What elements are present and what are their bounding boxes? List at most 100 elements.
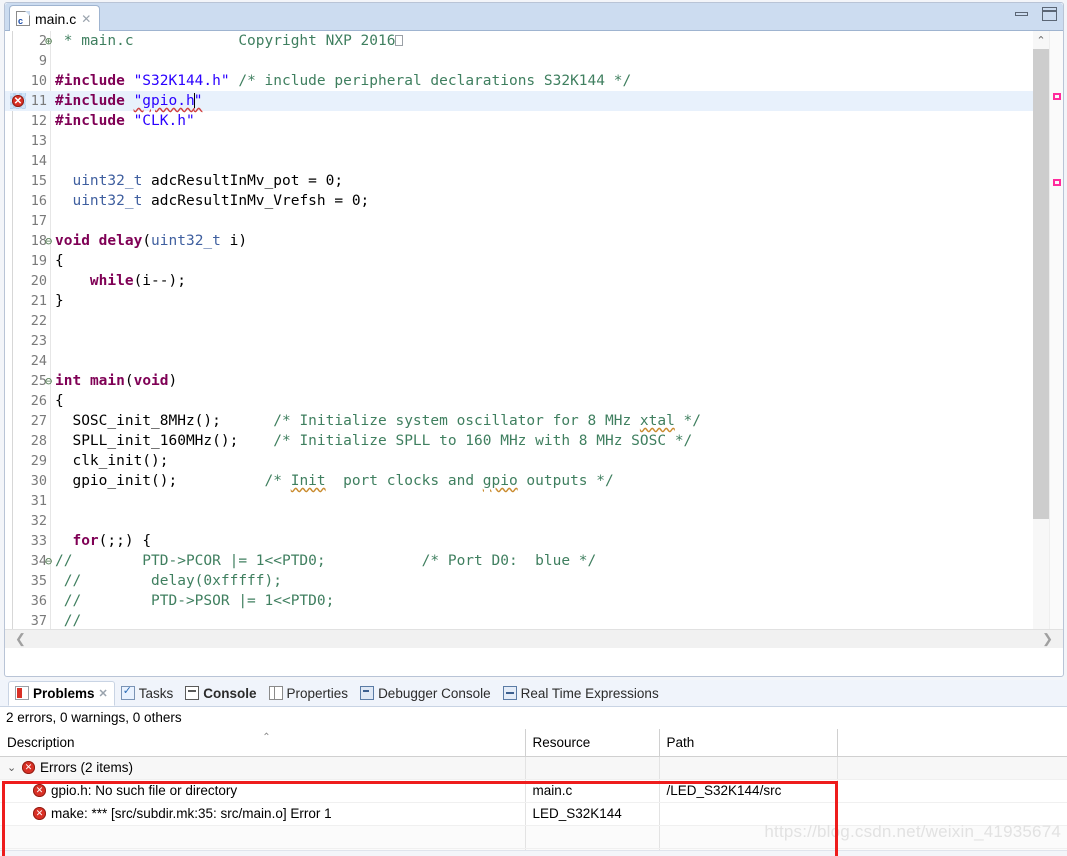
code-token: [55, 533, 72, 549]
code-line[interactable]: 29 clk_init();: [5, 451, 1063, 471]
code-line[interactable]: 14: [5, 151, 1063, 171]
code-line[interactable]: 16 uint32_t adcResultInMv_Vrefsh = 0;: [5, 191, 1063, 211]
table-row[interactable]: ⌄Errors (2 items): [0, 756, 1067, 779]
code-line[interactable]: 20 while(i--);: [5, 271, 1063, 291]
code-line-text: //: [55, 611, 81, 631]
code-token: void: [55, 233, 90, 249]
code-line[interactable]: 31: [5, 491, 1063, 511]
tab-problems[interactable]: Problems✕: [8, 681, 115, 706]
close-icon[interactable]: ✕: [81, 13, 91, 25]
line-number: 37: [5, 611, 51, 631]
code-line[interactable]: 26{: [5, 391, 1063, 411]
code-line[interactable]: 27 SOSC_init_8MHz(); /* Initialize syste…: [5, 411, 1063, 431]
cell-path: [659, 756, 837, 779]
cell-description: ⌄Errors (2 items): [0, 756, 525, 779]
minimize-button[interactable]: [1015, 12, 1028, 16]
column-header-resource[interactable]: Resource: [525, 729, 659, 756]
code-line[interactable]: 9: [5, 51, 1063, 71]
tab-console[interactable]: Console: [179, 681, 262, 706]
column-header-path[interactable]: Path: [659, 729, 837, 756]
tab-tasks[interactable]: Tasks: [115, 681, 180, 706]
editor-horizontal-scrollbar[interactable]: ❮ ❯: [5, 629, 1063, 648]
error-marker-icon[interactable]: ✕: [10, 93, 26, 109]
code-editor-area[interactable]: 2⊕ * main.c Copyright NXP 2016910#includ…: [5, 31, 1063, 648]
code-line[interactable]: 37 //: [5, 611, 1063, 631]
code-token: }: [55, 293, 64, 309]
scroll-left-icon[interactable]: ❮: [15, 631, 26, 647]
code-line[interactable]: 34⊖// PTD->PCOR |= 1<<PTD0; /* Port D0: …: [5, 551, 1063, 571]
code-line[interactable]: 18⊖void delay(uint32_t i): [5, 231, 1063, 251]
code-token: [55, 173, 72, 189]
code-line[interactable]: ✕11#include "gpio.h": [5, 91, 1063, 111]
code-token: [55, 193, 72, 209]
error-marker-glyph: ✕: [10, 93, 26, 109]
code-line[interactable]: 21}: [5, 291, 1063, 311]
code-line[interactable]: 23: [5, 331, 1063, 351]
column-header-description[interactable]: Description ⌃: [0, 729, 525, 756]
code-line[interactable]: 17: [5, 211, 1063, 231]
table-row[interactable]: gpio.h: No such file or directorymain.c/…: [0, 779, 1067, 802]
code-line[interactable]: 36 // PTD->PSOR |= 1<<PTD0;: [5, 591, 1063, 611]
editor-tabbar: main.c ✕: [5, 3, 1063, 31]
code-line-text: }: [55, 291, 64, 311]
line-number: 26: [5, 391, 51, 411]
scroll-up-icon[interactable]: ⌃: [1033, 31, 1049, 49]
code-line[interactable]: 33 for(;;) {: [5, 531, 1063, 551]
code-line[interactable]: 32: [5, 511, 1063, 531]
code-line[interactable]: 10#include "S32K144.h" /* include periph…: [5, 71, 1063, 91]
expand-collapse-icon[interactable]: ⌄: [7, 761, 17, 774]
problems-view: Problems✕TasksConsolePropertiesDebugger …: [0, 680, 1067, 856]
code-token: [81, 373, 90, 389]
column-header-spacer: [837, 729, 1067, 756]
code-line[interactable]: 22: [5, 311, 1063, 331]
code-line[interactable]: 19{: [5, 251, 1063, 271]
eclipse-ide-window: main.c ✕ 2⊕ * main.c Copyright NXP 20169…: [0, 0, 1067, 856]
tab-properties[interactable]: Properties: [263, 681, 355, 706]
tab-debugger-console[interactable]: Debugger Console: [354, 681, 497, 706]
code-token: {: [55, 253, 64, 269]
overview-marker-warning[interactable]: [1053, 179, 1061, 186]
error-icon: [22, 761, 35, 774]
line-number: 27: [5, 411, 51, 431]
bottom-strip: [0, 850, 1067, 856]
code-line[interactable]: 35 // delay(0xfffff);: [5, 571, 1063, 591]
code-line[interactable]: 25⊖int main(void): [5, 371, 1063, 391]
error-icon: [33, 807, 46, 820]
code-token: port clocks and: [326, 473, 483, 489]
code-line[interactable]: 28 SPLL_init_160MHz(); /* Initialize SPL…: [5, 431, 1063, 451]
code-line[interactable]: 30 gpio_init(); /* Init port clocks and …: [5, 471, 1063, 491]
scroll-right-icon[interactable]: ❯: [1042, 631, 1053, 647]
control-character-box: [395, 35, 403, 46]
editor-window: main.c ✕ 2⊕ * main.c Copyright NXP 20169…: [4, 2, 1064, 677]
cell-resource: main.c: [525, 779, 659, 802]
scrollbar-thumb[interactable]: [1033, 49, 1049, 519]
code-line[interactable]: 13: [5, 131, 1063, 151]
problems-summary: 2 errors, 0 warnings, 0 others: [0, 707, 1067, 729]
console-icon: [185, 686, 199, 700]
code-token: #include: [55, 73, 125, 89]
code-token: uint32_t: [72, 193, 142, 209]
cell-resource: LED_S32K144: [525, 802, 659, 825]
code-line-text: while(i--);: [55, 271, 186, 291]
maximize-button[interactable]: [1042, 7, 1057, 21]
code-line[interactable]: 2⊕ * main.c Copyright NXP 2016: [5, 31, 1063, 51]
cell-path: /LED_S32K144/src: [659, 779, 837, 802]
code-line[interactable]: 12#include "CLK.h": [5, 111, 1063, 131]
code-token: "S32K144.h": [134, 73, 230, 89]
code-token: /* Initialize system oscillator for 8 MH…: [273, 413, 640, 429]
cell-resource: [525, 756, 659, 779]
code-line[interactable]: 24: [5, 351, 1063, 371]
code-token: Copyright NXP 2016: [238, 33, 395, 49]
tab-real-time-expressions[interactable]: Real Time Expressions: [497, 681, 665, 706]
close-icon[interactable]: ✕: [99, 687, 108, 700]
overview-ruler[interactable]: [1049, 31, 1063, 648]
editor-tab-main-c[interactable]: main.c ✕: [9, 5, 100, 31]
code-line-text: #include "CLK.h": [55, 111, 195, 131]
code-line[interactable]: 15 uint32_t adcResultInMv_pot = 0;: [5, 171, 1063, 191]
overview-marker-error[interactable]: [1053, 93, 1061, 100]
line-number: 24: [5, 351, 51, 371]
description-cell-content: gpio.h: No such file or directory: [7, 783, 524, 798]
editor-vertical-scrollbar[interactable]: ⌃: [1033, 31, 1049, 648]
line-number: 12: [5, 111, 51, 131]
code-line-text: gpio_init(); /* Init port clocks and gpi…: [55, 471, 614, 491]
